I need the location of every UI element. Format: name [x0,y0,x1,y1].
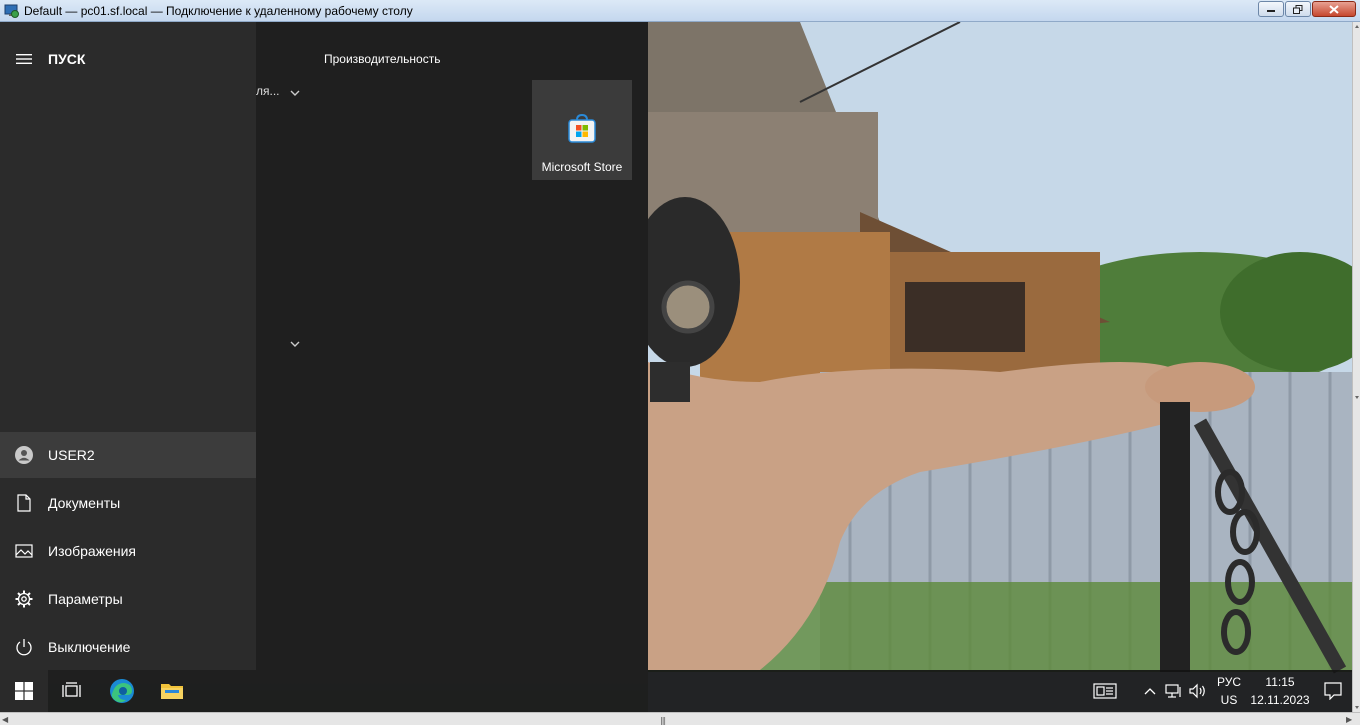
user-icon [15,446,33,464]
scroll-grip-icon[interactable]: ||| [660,716,666,725]
taskbar: РУС US 11:15 12.11.2023 [0,670,1352,712]
chevron-up-icon [1144,688,1156,695]
show-hidden-icons-button[interactable] [1140,670,1160,712]
restore-button[interactable] [1285,1,1311,17]
nav-item-label: Выключение [48,639,131,655]
minimize-button[interactable] [1258,1,1284,17]
file-explorer-taskbar-button[interactable] [148,670,196,712]
language-primary: РУС [1216,675,1242,689]
start-label: ПУСК [48,51,86,67]
start-header[interactable]: ПУСК [0,44,256,74]
microsoft-store-tile[interactable]: Microsoft Store [532,80,632,180]
close-button[interactable] [1312,1,1356,17]
volume-button[interactable] [1187,670,1209,712]
horizontal-scrollbar[interactable]: ◀ ||| ▶ [0,712,1360,725]
store-bag-icon [568,113,596,143]
nav-item-power[interactable]: Выключение [0,624,256,670]
gear-icon [15,590,33,608]
vertical-scrollbar[interactable] [1352,22,1360,712]
nav-item-label: USER2 [48,447,95,463]
news-widget-icon [1093,683,1117,699]
start-button[interactable] [0,670,48,712]
remote-desktop[interactable]: ля... Производительность Microsoft Store [0,22,1352,712]
start-tiles-area: ля... Производительность Microsoft Store [256,22,648,670]
network-icon [1165,684,1181,698]
language-secondary: US [1220,693,1238,707]
nav-item-documents[interactable]: Документы [0,480,256,526]
nav-item-label: Документы [48,495,121,511]
speaker-icon [1189,683,1205,699]
nav-item-pictures[interactable]: Изображения [0,528,256,574]
notification-icon [1324,682,1342,700]
file-explorer-icon [161,684,183,699]
clock-date: 12.11.2023 [1250,693,1310,707]
chevron-down-icon[interactable] [288,88,302,98]
power-icon [16,639,32,656]
nav-item-label: Изображения [48,543,136,559]
clock[interactable]: 11:15 12.11.2023 [1248,673,1312,709]
restore-icon [1293,4,1303,14]
nav-item-label: Параметры [48,591,123,607]
app-list-truncated-label[interactable]: ля... [256,84,280,98]
input-language-indicator[interactable]: РУС US [1212,673,1246,709]
notification-center-button[interactable] [1316,670,1350,712]
tile-label: Microsoft Store [541,160,623,174]
pictures-icon [15,544,33,558]
tiles-group-title[interactable]: Производительность [324,52,440,66]
hamburger-menu-button[interactable] [0,53,48,65]
hamburger-icon [16,54,32,64]
edge-taskbar-button[interactable] [98,670,146,712]
remote-desktop-icon [4,4,19,18]
scrollbar-arrows [1355,25,1359,709]
network-button[interactable] [1163,670,1185,712]
nav-item-settings[interactable]: Параметры [0,576,256,622]
scroll-left-arrow-icon[interactable]: ◀ [2,715,12,724]
nav-item-user[interactable]: USER2 [0,432,256,478]
rdp-window-titlebar[interactable]: Default — pc01.sf.local — Подключение к … [0,0,1360,22]
document-icon [17,494,31,512]
scroll-right-arrow-icon[interactable]: ▶ [1346,715,1356,724]
task-view-button[interactable] [48,670,96,712]
action-notification-button[interactable] [1083,670,1127,712]
edge-icon [110,679,134,703]
window-title: Default — pc01.sf.local — Подключение к … [24,3,413,18]
start-icon [15,682,33,700]
minimize-icon [1267,10,1275,12]
close-icon [1329,4,1339,14]
start-nav-pane: ПУСК USER2 Документы Изображения Парамет… [0,22,256,670]
clock-time: 11:15 [1265,675,1295,689]
task-view-icon [62,682,81,697]
chevron-down-icon[interactable] [288,339,302,349]
